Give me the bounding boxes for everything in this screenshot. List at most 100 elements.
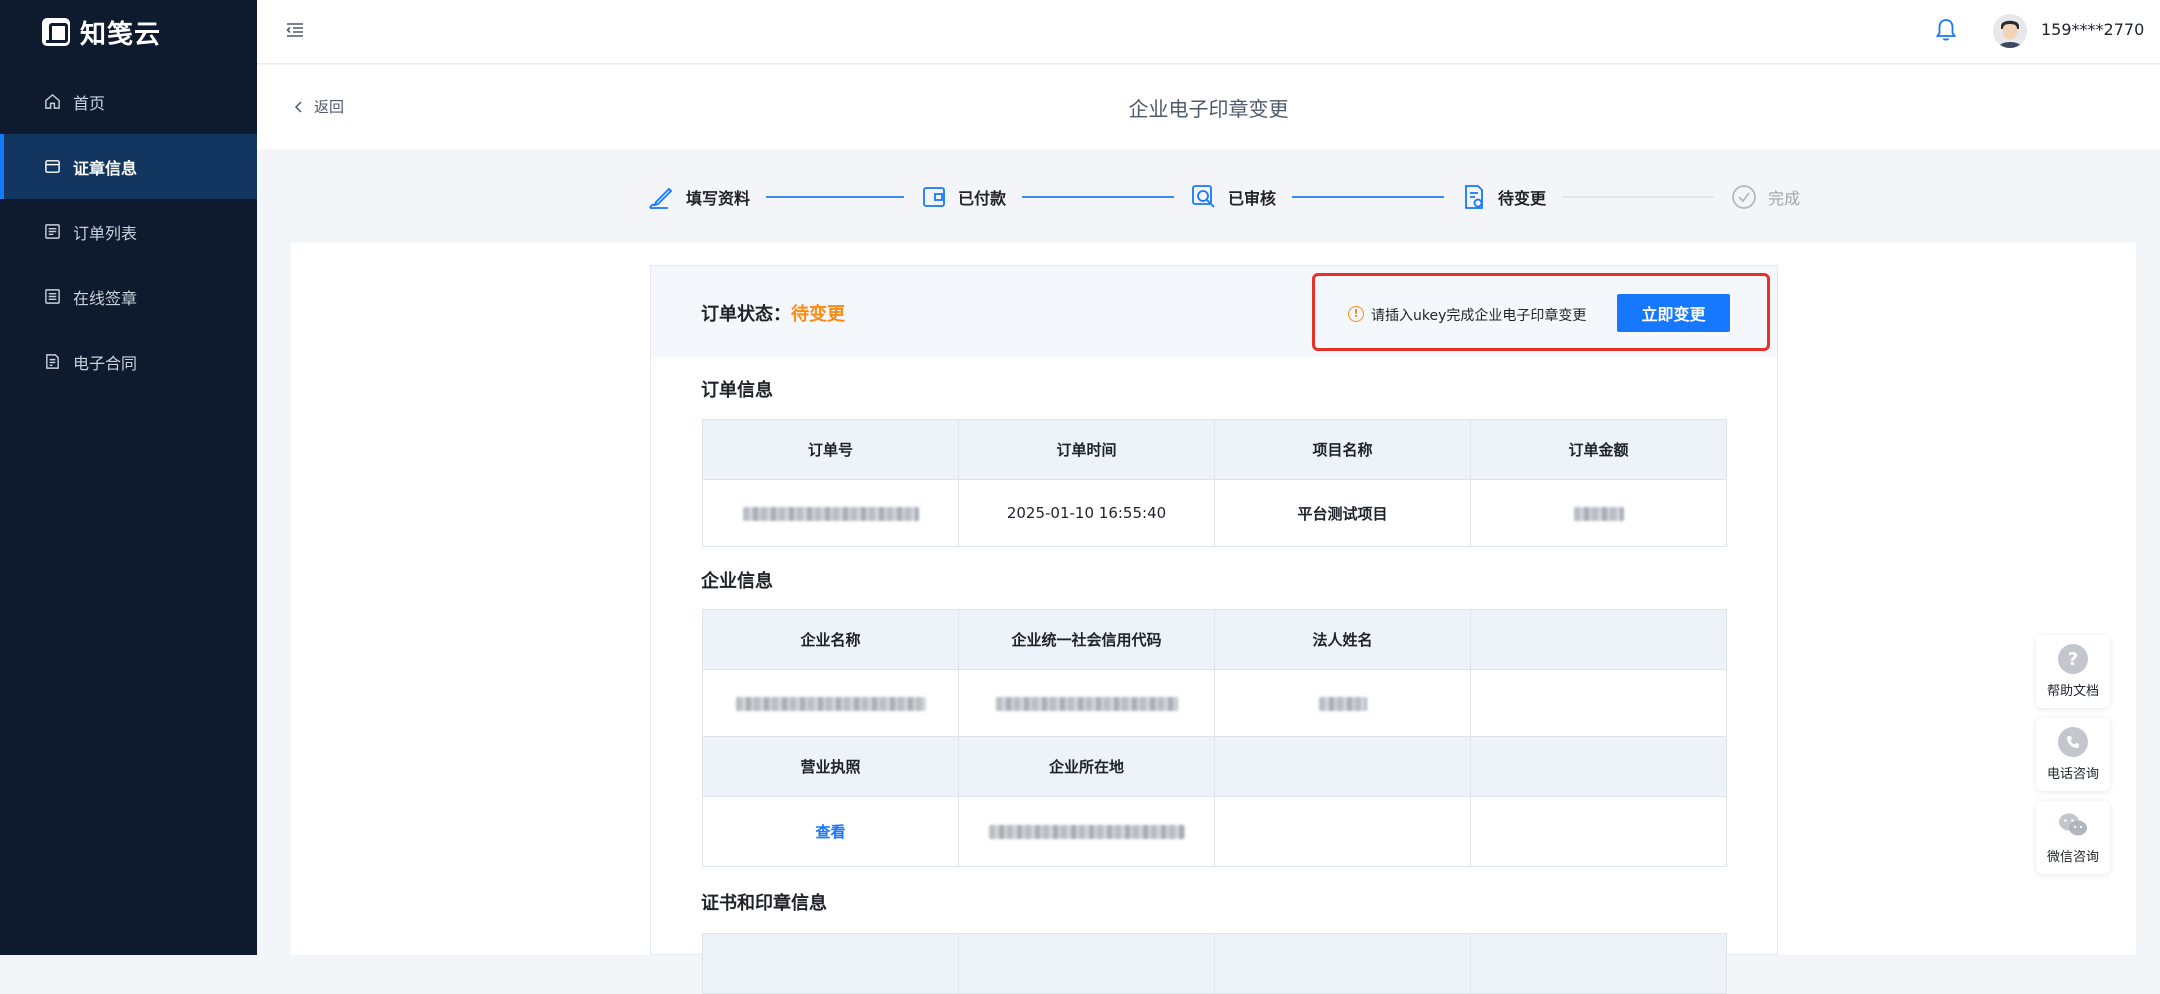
check-circle-icon <box>1732 185 1756 209</box>
company-location-cell <box>958 796 1215 867</box>
table-header-cell <box>958 933 1215 994</box>
redacted-text <box>742 506 919 521</box>
empty-cell <box>1470 669 1727 737</box>
step-connector <box>1562 196 1715 198</box>
step-reviewed: 已审核 <box>1190 183 1276 211</box>
change-doc-icon <box>1465 185 1483 209</box>
sign-icon <box>44 288 61 305</box>
table-header-row: 企业名称 企业统一社会信用代码 法人姓名 <box>702 609 1727 670</box>
sidebar-item-e-contract[interactable]: 电子合同 <box>0 329 257 394</box>
sidebar-item-order-list[interactable]: 订单列表 <box>0 199 257 264</box>
username[interactable]: 159****2770 <box>2041 20 2144 39</box>
order-status-value: 待变更 <box>791 304 845 325</box>
logo[interactable]: 知笺云 <box>42 14 161 50</box>
notification-bell-icon[interactable] <box>1935 18 1957 42</box>
table-header-row <box>702 933 1727 994</box>
step-connector <box>1022 196 1175 198</box>
table-header-cell <box>702 933 959 994</box>
table-header-cell: 企业所在地 <box>958 736 1215 797</box>
step-pending-change: 待变更 <box>1460 183 1546 211</box>
sidebar-nav: 首页 证章信息 订单列表 在线签章 电子合同 <box>0 69 257 394</box>
order-number-cell <box>702 479 959 547</box>
contract-icon <box>44 353 61 370</box>
wallet-icon <box>923 187 945 207</box>
table-header-cell: 订单号 <box>702 419 959 480</box>
company-info-table: 企业名称 企业统一社会信用代码 法人姓名 营业执照 企业所在地 查看 <box>702 609 1727 867</box>
phone-consult-button[interactable]: 电话咨询 <box>2036 718 2110 791</box>
table-header-cell <box>1214 933 1471 994</box>
redacted-text <box>988 825 1185 839</box>
table-header-row: 订单号 订单时间 项目名称 订单金额 <box>702 419 1727 480</box>
table-header-cell: 企业统一社会信用代码 <box>958 609 1215 670</box>
home-icon <box>44 93 61 110</box>
order-time-cell: 2025-01-10 16:55:40 <box>958 479 1215 547</box>
seal-icon <box>44 158 61 175</box>
alert-text: 请插入ukey完成企业电子印章变更 <box>1371 308 1587 324</box>
float-label: 微信咨询 <box>2046 850 2099 865</box>
table-row: 2025-01-10 16:55:40 平台测试项目 <box>702 479 1727 547</box>
order-status: 订单状态：待变更 <box>701 300 845 326</box>
avatar[interactable] <box>1993 14 2027 48</box>
status-bar: 订单状态：待变更 ! 请插入ukey完成企业电子印章变更 立即变更 <box>651 266 1777 357</box>
empty-cell <box>1470 796 1727 867</box>
table-header-cell <box>1470 736 1727 797</box>
step-fill-info: 填写资料 <box>648 183 750 211</box>
float-label: 帮助文档 <box>2046 684 2099 699</box>
sidebar-item-seal-info[interactable]: 证章信息 <box>0 134 257 199</box>
business-license-cell: 查看 <box>702 796 959 867</box>
list-icon <box>44 223 61 240</box>
step-label: 填写资料 <box>686 189 751 208</box>
wechat-consult-button[interactable]: 微信咨询 <box>2036 801 2110 874</box>
step-connector <box>766 196 905 198</box>
sidebar-item-label: 订单列表 <box>73 223 138 243</box>
credit-code-cell <box>958 669 1215 737</box>
sidebar-item-label: 证章信息 <box>73 158 138 178</box>
section-title-cert-seal: 证书和印章信息 <box>701 893 827 914</box>
table-header-cell <box>1470 609 1727 670</box>
sidebar-item-label: 在线签章 <box>73 288 138 308</box>
table-header-cell: 项目名称 <box>1214 419 1471 480</box>
sidebar-item-label: 首页 <box>73 93 106 113</box>
step-paid: 已付款 <box>920 183 1006 211</box>
step-label: 待变更 <box>1498 189 1547 208</box>
float-label: 电话咨询 <box>2046 767 2099 782</box>
table-header-cell: 订单金额 <box>1470 419 1727 480</box>
top-header: 159****2770 <box>257 0 2160 64</box>
page-titlebar: 返回 企业电子印章变更 <box>257 65 2160 149</box>
step-complete: 完成 <box>1730 183 1800 211</box>
review-icon <box>1192 185 1215 208</box>
view-license-link[interactable]: 查看 <box>815 823 845 841</box>
change-now-button[interactable]: 立即变更 <box>1617 294 1730 332</box>
warning-circle-icon: ! <box>1348 306 1364 322</box>
redacted-text <box>995 696 1178 711</box>
sidebar-item-home[interactable]: 首页 <box>0 69 257 134</box>
step-connector <box>1292 196 1445 198</box>
page-title: 企业电子印章变更 <box>1128 97 1289 121</box>
step-label: 已付款 <box>958 189 1007 208</box>
menu-collapse-icon[interactable] <box>286 22 304 38</box>
step-label: 已审核 <box>1228 189 1277 208</box>
order-info-table: 订单号 订单时间 项目名称 订单金额 2025-01-10 16:55:40 平… <box>702 419 1727 547</box>
redacted-text <box>735 696 926 711</box>
table-header-cell: 订单时间 <box>958 419 1215 480</box>
table-header-row: 营业执照 企业所在地 <box>702 736 1727 797</box>
section-title-company: 企业信息 <box>701 571 773 592</box>
table-header-cell: 企业名称 <box>702 609 959 670</box>
logo-text: 知笺云 <box>80 19 162 50</box>
help-docs-button[interactable]: ? 帮助文档 <box>2036 635 2110 708</box>
pen-icon <box>649 187 673 209</box>
sidebar-item-online-sign[interactable]: 在线签章 <box>0 264 257 329</box>
table-header-cell: 营业执照 <box>702 736 959 797</box>
redacted-text <box>1573 506 1624 521</box>
table-header-cell <box>1214 736 1471 797</box>
cert-seal-table <box>702 933 1727 994</box>
section-title-order: 订单信息 <box>701 380 773 401</box>
step-label: 完成 <box>1768 189 1801 208</box>
company-name-cell <box>702 669 959 737</box>
help-icon: ? <box>2058 644 2088 674</box>
logo-icon <box>42 18 70 46</box>
phone-icon <box>2058 727 2088 757</box>
table-row <box>702 669 1727 737</box>
wechat-icon <box>2058 810 2088 840</box>
order-detail-card: 订单状态：待变更 ! 请插入ukey完成企业电子印章变更 立即变更 订单信息 订… <box>650 265 1778 994</box>
